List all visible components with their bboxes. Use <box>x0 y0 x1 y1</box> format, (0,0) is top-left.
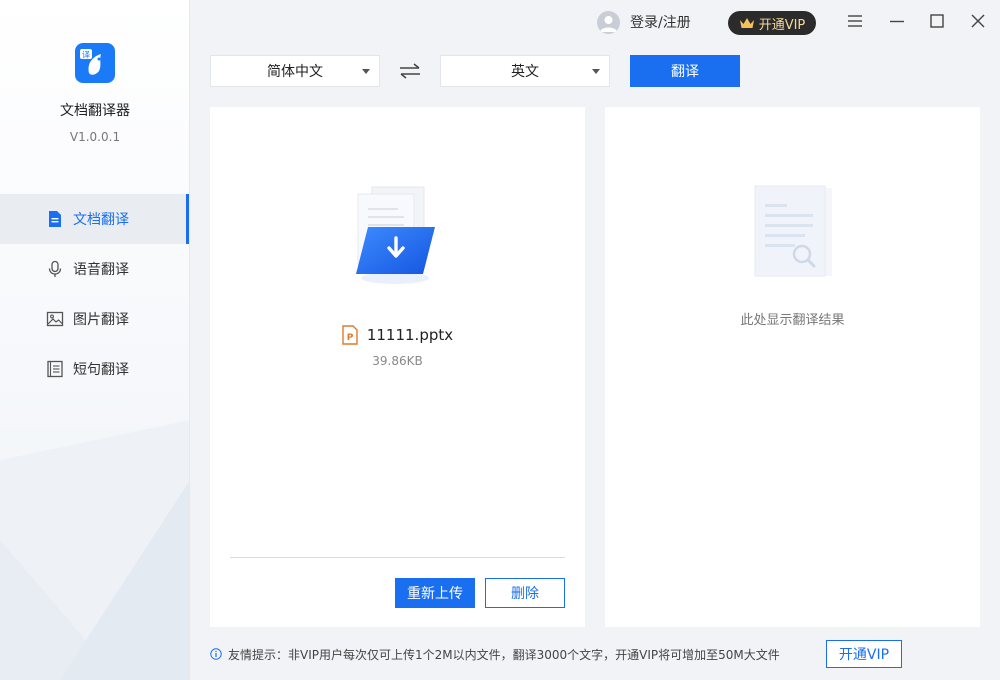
translate-button[interactable]: 翻译 <box>630 55 740 87</box>
source-language-value: 简体中文 <box>267 64 323 80</box>
login-register-button[interactable]: 登录/注册 <box>597 10 691 34</box>
target-language-select[interactable]: 英文 <box>440 55 610 87</box>
microphone-icon <box>48 260 62 277</box>
sidebar-item-voice-translation[interactable]: 语音翻译 <box>0 244 189 294</box>
target-language-value: 英文 <box>511 64 539 80</box>
upload-folder-icon[interactable] <box>350 182 450 292</box>
minimize-icon[interactable] <box>887 11 907 31</box>
chevron-down-icon <box>592 69 600 74</box>
sidebar-item-label: 短句翻译 <box>73 362 129 378</box>
delete-button[interactable]: 删除 <box>485 578 565 608</box>
source-language-select[interactable]: 简体中文 <box>210 55 380 87</box>
sidebar-item-sentence-translation[interactable]: 短句翻译 <box>0 344 189 394</box>
user-icon <box>600 15 617 32</box>
result-panel: 此处显示翻译结果 <box>605 107 980 627</box>
avatar <box>597 10 620 34</box>
app-logo: 译 <box>75 43 115 83</box>
upload-panel: P 11111.pptx 39.86KB 重新上传 删除 <box>210 107 585 627</box>
crown-icon <box>739 18 754 28</box>
sidebar-item-label: 语音翻译 <box>73 262 129 278</box>
sidebar-item-label: 图片翻译 <box>73 312 129 328</box>
sidebar-item-image-translation[interactable]: 图片翻译 <box>0 294 189 344</box>
document-search-icon <box>754 185 832 277</box>
bird-logo-icon: 译 <box>80 49 101 75</box>
text-lines-icon <box>47 360 63 378</box>
divider <box>230 557 565 558</box>
sidebar-nav: 文档翻译 语音翻译 图片翻译 短句翻译 <box>0 194 189 394</box>
pptx-file-icon: P <box>342 325 358 345</box>
menu-icon[interactable] <box>845 11 865 31</box>
footer-tip-text: 友情提示：非VIP用户每次仅可上传1个2M以内文件，翻译3000个文字，开通VI… <box>228 647 780 662</box>
reupload-button[interactable]: 重新上传 <box>395 578 475 608</box>
file-name: 11111.pptx <box>366 326 454 344</box>
open-vip-button[interactable]: 开通VIP <box>728 11 816 35</box>
document-icon <box>49 211 61 227</box>
vip-label: 开通VIP <box>758 17 806 33</box>
logo-badge-text: 译 <box>82 51 90 60</box>
sidebar-item-document-translation[interactable]: 文档翻译 <box>0 194 189 244</box>
app-version: V1.0.0.1 <box>69 130 121 144</box>
footer-tip: 友情提示：非VIP用户每次仅可上传1个2M以内文件，翻译3000个文字，开通VI… <box>210 645 780 663</box>
sidebar-item-label: 文档翻译 <box>73 212 129 228</box>
info-icon <box>210 648 222 660</box>
file-item: P 11111.pptx <box>210 325 585 345</box>
app-name: 文档翻译器 <box>60 103 130 119</box>
maximize-icon[interactable] <box>927 11 947 31</box>
close-icon[interactable] <box>968 11 988 31</box>
result-placeholder: 此处显示翻译结果 <box>740 313 845 328</box>
chevron-down-icon <box>362 69 370 74</box>
login-label: 登录/注册 <box>630 15 691 31</box>
footer-open-vip-button[interactable]: 开通VIP <box>826 640 902 668</box>
swap-languages-icon[interactable] <box>398 62 422 80</box>
sidebar-background-decoration <box>0 420 189 680</box>
sidebar: 译 文档翻译器 V1.0.0.1 文档翻译 语音翻译 图片翻译 短句翻译 <box>0 0 190 680</box>
image-icon <box>46 311 64 327</box>
svg-text:P: P <box>347 333 354 343</box>
file-size: 39.86KB <box>372 354 423 368</box>
